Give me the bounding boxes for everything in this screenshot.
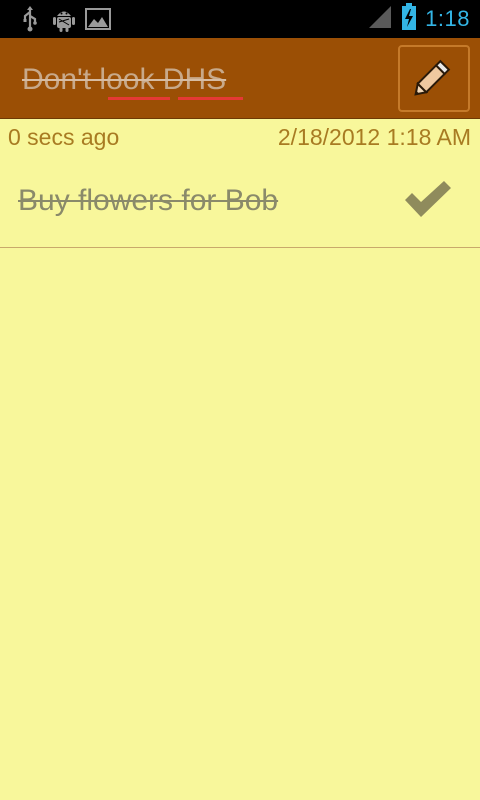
signal-icon [367,5,393,34]
pencil-icon [412,54,456,103]
spellcheck-underline-look [108,97,170,100]
note-title-field[interactable]: Don't look DHS [22,60,382,100]
task-list-empty-area[interactable] [0,249,480,800]
usb-icon [16,5,44,33]
android-debug-icon [50,5,78,33]
clock: 1:18 [425,6,470,31]
task-item[interactable]: Buy flowers for Bob [0,160,480,248]
relative-time: 0 secs ago [8,124,120,150]
note-title: Don't look DHS [22,63,227,96]
battery-charging-icon [401,2,417,36]
status-bar: 1:18 [0,0,480,38]
edit-button[interactable] [398,45,470,112]
notification-icons [0,5,118,33]
note-header: Don't look DHS [0,38,480,119]
image-notification-icon [84,5,112,33]
spellcheck-underline-dhs [178,97,243,100]
timestamp: 2/18/2012 1:18 AM [277,124,471,150]
task-label: Buy flowers for Bob [18,184,279,217]
checkmark-icon[interactable] [402,178,454,220]
note-meta: 0 secs ago 2/18/2012 1:18 AM [0,119,480,153]
system-indicators: 1:18 [367,2,480,36]
